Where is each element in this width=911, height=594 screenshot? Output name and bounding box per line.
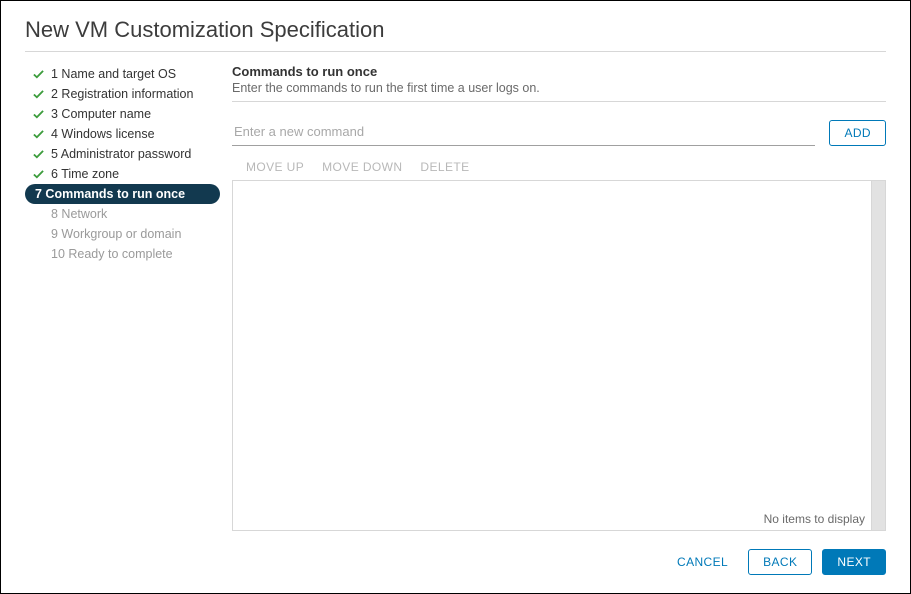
wizard-sidebar: 1 Name and target OS 2 Registration info… <box>25 64 220 593</box>
check-icon <box>31 149 45 160</box>
step-administrator-password[interactable]: 5 Administrator password <box>25 144 220 164</box>
step-label: 9 Workgroup or domain <box>51 227 181 241</box>
back-button[interactable]: BACK <box>748 549 812 575</box>
section-divider <box>232 101 886 102</box>
next-button[interactable]: NEXT <box>822 549 886 575</box>
check-icon <box>31 69 45 80</box>
section-title: Commands to run once <box>232 64 886 79</box>
step-label: 6 Time zone <box>51 167 119 181</box>
check-icon <box>31 109 45 120</box>
cancel-button[interactable]: CANCEL <box>667 550 738 574</box>
step-commands-run-once[interactable]: 7 Commands to run once <box>25 184 220 204</box>
check-icon <box>31 169 45 180</box>
check-icon <box>31 89 45 100</box>
step-label: 5 Administrator password <box>51 147 191 161</box>
main-panel: Commands to run once Enter the commands … <box>220 64 886 593</box>
step-label: 7 Commands to run once <box>35 187 185 201</box>
dialog-title: New VM Customization Specification <box>25 17 886 51</box>
check-icon <box>31 129 45 140</box>
dialog-footer: CANCEL BACK NEXT <box>232 531 886 593</box>
step-network: 8 Network <box>25 204 220 224</box>
step-ready-complete: 10 Ready to complete <box>25 244 220 264</box>
scrollbar[interactable] <box>871 181 885 530</box>
step-time-zone[interactable]: 6 Time zone <box>25 164 220 184</box>
add-button[interactable]: ADD <box>829 120 886 146</box>
step-name-target-os[interactable]: 1 Name and target OS <box>25 64 220 84</box>
command-input[interactable] <box>232 120 815 146</box>
no-items-text: No items to display <box>764 512 865 526</box>
section-description: Enter the commands to run the first time… <box>232 81 886 95</box>
step-label: 2 Registration information <box>51 87 193 101</box>
move-up-button: MOVE UP <box>246 160 304 174</box>
step-label: 10 Ready to complete <box>51 247 173 261</box>
step-workgroup-domain: 9 Workgroup or domain <box>25 224 220 244</box>
step-label: 8 Network <box>51 207 107 221</box>
move-down-button: MOVE DOWN <box>322 160 402 174</box>
step-label: 3 Computer name <box>51 107 151 121</box>
delete-button: DELETE <box>420 160 469 174</box>
list-action-bar: MOVE UP MOVE DOWN DELETE <box>232 160 886 174</box>
step-label: 1 Name and target OS <box>51 67 176 81</box>
step-windows-license[interactable]: 4 Windows license <box>25 124 220 144</box>
list-content <box>233 181 871 530</box>
step-computer-name[interactable]: 3 Computer name <box>25 104 220 124</box>
title-divider <box>25 51 886 52</box>
step-registration-information[interactable]: 2 Registration information <box>25 84 220 104</box>
commands-list: No items to display <box>232 180 886 531</box>
step-label: 4 Windows license <box>51 127 155 141</box>
